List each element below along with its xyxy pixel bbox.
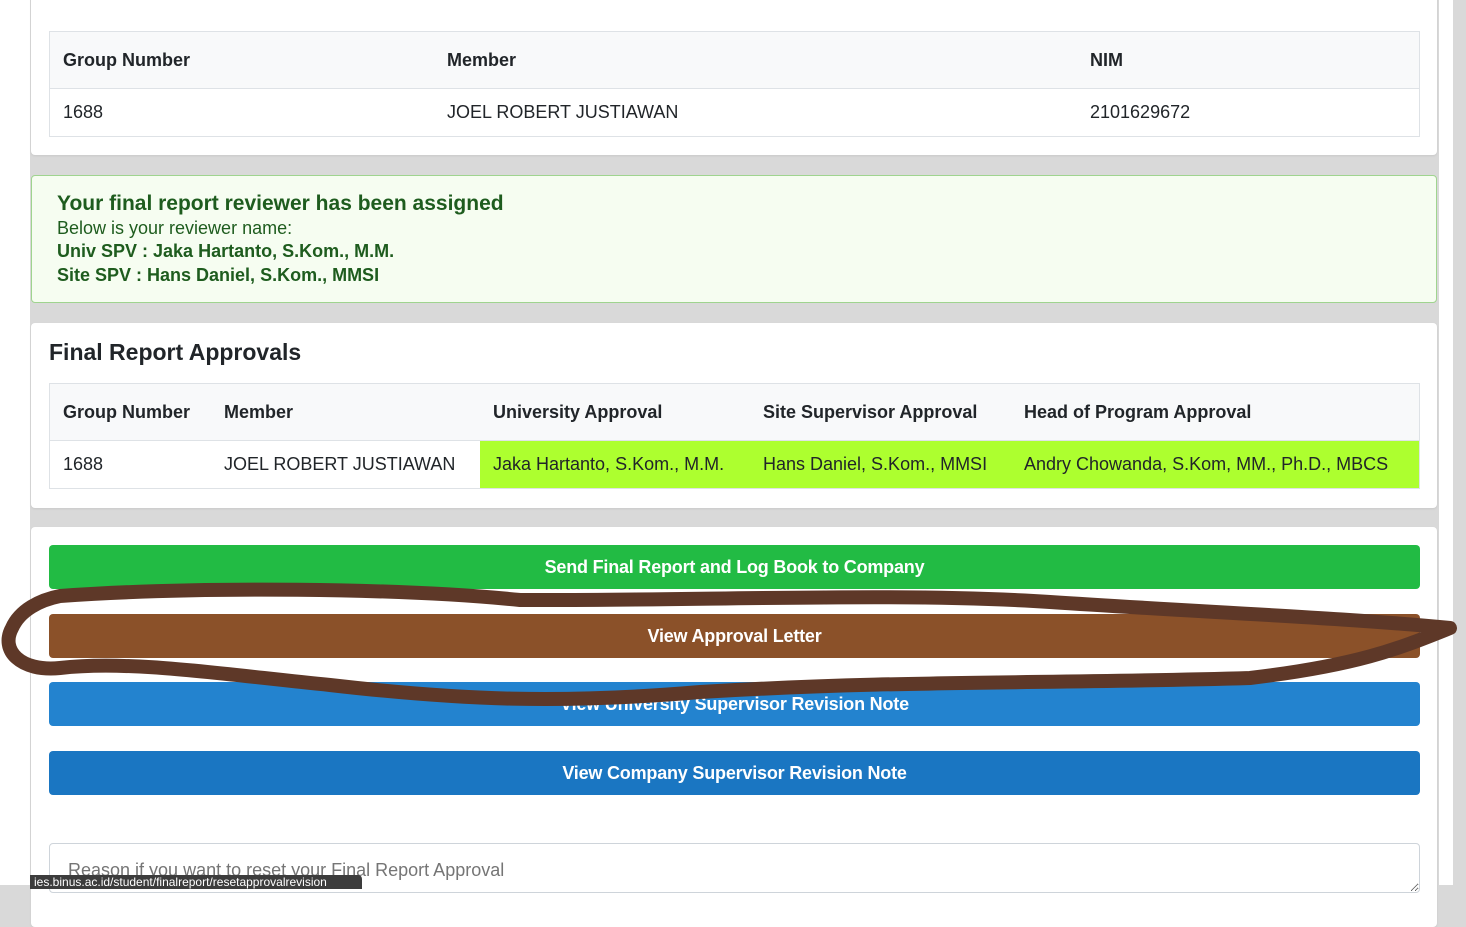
- page-left-gutter: [0, 0, 30, 885]
- approvals-title: Final Report Approvals: [49, 339, 302, 365]
- status-bar-url: ies.binus.ac.id/student/finalreport/rese…: [30, 875, 362, 889]
- reviewer-assigned-alert: Your final report reviewer has been assi…: [31, 175, 1437, 303]
- table-header-row: Group Number Member University Approval …: [49, 383, 1420, 441]
- view-approval-letter-button[interactable]: View Approval Letter: [49, 614, 1420, 658]
- view-university-revision-note-button[interactable]: View University Supervisor Revision Note: [49, 682, 1420, 726]
- column-header: Group Number: [49, 383, 211, 441]
- view-company-revision-note-button[interactable]: View Company Supervisor Revision Note: [49, 751, 1420, 795]
- member-cell: JOEL ROBERT JUSTIAWAN: [224, 454, 456, 474]
- university-approval-cell: Jaka Hartanto, S.Kom., M.M.: [480, 440, 750, 489]
- column-header: University Approval: [480, 383, 750, 441]
- column-header: Member: [211, 383, 480, 441]
- column-header: NIM: [1077, 31, 1420, 89]
- page-right-gutter: [1439, 0, 1453, 885]
- column-header: Member: [434, 31, 1077, 89]
- group-number-cell: 1688: [63, 102, 104, 122]
- table-row: 1688 JOEL ROBERT JUSTIAWAN Jaka Hartanto…: [50, 440, 1420, 489]
- group-number-cell: 1688: [63, 454, 104, 474]
- approvals-table: Group Number Member University Approval …: [49, 383, 1420, 489]
- univ-supervisor-name: Univ SPV : Jaka Hartanto, S.Kom., M.M.: [57, 241, 395, 261]
- site-supervisor-name: Site SPV : Hans Daniel, S.Kom., MMSI: [57, 265, 380, 285]
- head-of-program-approval-cell: Andry Chowanda, S.Kom, MM., Ph.D., MBCS: [1011, 440, 1420, 489]
- column-header: Group Number: [49, 31, 434, 89]
- alert-title: Your final report reviewer has been assi…: [57, 192, 504, 215]
- nim-cell: 2101629672: [1090, 102, 1191, 122]
- table-header-row: Group Number Member NIM: [49, 31, 1420, 89]
- column-header: Site Supervisor Approval: [750, 383, 1011, 441]
- group-members-table: Group Number Member NIM 1688 JOEL ROBERT…: [49, 31, 1420, 137]
- member-cell: JOEL ROBERT JUSTIAWAN: [447, 102, 679, 122]
- alert-subtitle: Below is your reviewer name:: [57, 218, 293, 238]
- column-header: Head of Program Approval: [1011, 383, 1420, 441]
- table-row: 1688 JOEL ROBERT JUSTIAWAN 2101629672: [50, 89, 1420, 137]
- send-final-report-button[interactable]: Send Final Report and Log Book to Compan…: [49, 545, 1420, 589]
- site-supervisor-approval-cell: Hans Daniel, S.Kom., MMSI: [750, 440, 1011, 489]
